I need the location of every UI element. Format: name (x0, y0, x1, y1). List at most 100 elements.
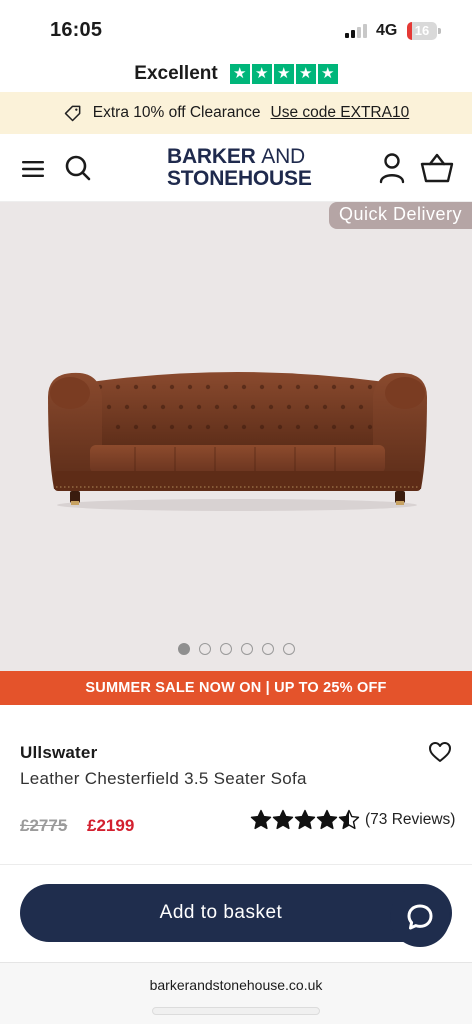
trustpilot-stars: ★ ★ ★ ★ ★ (229, 64, 338, 84)
sofa-tuft (133, 424, 139, 430)
sofa-tuft (295, 424, 301, 430)
logo-word-barker: BARKER (167, 145, 256, 168)
basket-icon[interactable] (420, 152, 454, 184)
sofa-tuft (331, 384, 337, 390)
sofa-tuft (187, 384, 193, 390)
url-text[interactable]: barkerandstonehouse.co.uk (0, 977, 472, 993)
logo-word-and: AND (261, 145, 306, 168)
sofa-tuft (259, 424, 265, 430)
sofa-tuft (349, 384, 355, 390)
logo-word-stonehouse: STONEHOUSE (167, 167, 312, 190)
product-name: Ullswater (20, 743, 98, 762)
add-to-basket-button[interactable]: Add to basket (20, 884, 452, 942)
sofa-tuft (169, 384, 175, 390)
sofa-image (48, 372, 427, 511)
sofa-tuft (277, 424, 283, 430)
gallery-dot[interactable] (282, 643, 295, 655)
sofa-tuft (367, 424, 373, 430)
browser-url-bar[interactable]: barkerandstonehouse.co.uk (0, 962, 472, 1024)
sofa-tuft (223, 424, 229, 430)
gallery-dot[interactable] (261, 643, 274, 655)
sofa-tuft (115, 424, 121, 430)
sofa-tuft (313, 384, 319, 390)
trustpilot-star-icon: ★ (295, 64, 316, 84)
promo-text: Extra 10% off Clearance (92, 104, 261, 121)
sofa-tuft (169, 424, 175, 430)
battery-fill (407, 22, 412, 40)
rating-star-icon (272, 809, 294, 830)
menu-icon[interactable] (22, 160, 44, 178)
chat-icon (407, 904, 433, 930)
heart-icon[interactable] (428, 741, 452, 763)
product-description: Leather Chesterfield 3.5 Seater Sofa (20, 769, 307, 788)
rating-star-icon (294, 809, 316, 830)
chat-button[interactable] (390, 887, 450, 947)
sofa-tuft (151, 384, 157, 390)
sofa-tuft (277, 384, 283, 390)
sofa-tuft (196, 404, 202, 410)
sofa-tuft (142, 404, 148, 410)
sofa-tuft (331, 424, 337, 430)
product-info: Ullswater Leather Chesterfield 3.5 Seate… (0, 705, 472, 865)
signal-icon (345, 24, 367, 38)
sofa-tuft (205, 424, 211, 430)
brand-logo[interactable]: BARKER AND STONEHOUSE (167, 146, 312, 190)
search-icon[interactable] (64, 154, 92, 182)
status-bar: 16:05 4G 16 (0, 0, 472, 58)
gallery-dot[interactable] (219, 643, 232, 655)
sofa-tuft (178, 404, 184, 410)
tag-icon (64, 105, 81, 122)
sofa-tuft (205, 384, 211, 390)
sofa-tuft (304, 404, 310, 410)
sofa-tuft (106, 404, 112, 410)
sofa-tuft (214, 404, 220, 410)
sofa-tuft (241, 424, 247, 430)
price-sale: £2199 (87, 816, 135, 835)
sofa-tuft (340, 404, 346, 410)
promo-code-link[interactable]: Use code EXTRA10 (271, 104, 410, 122)
sofa-tuft (151, 424, 157, 430)
home-indicator[interactable] (152, 1007, 320, 1015)
network-label: 4G (376, 22, 398, 39)
sofa-tuft (349, 424, 355, 430)
gallery-dot[interactable] (177, 643, 190, 655)
account-icon[interactable] (378, 152, 406, 184)
gallery-dot[interactable] (240, 643, 253, 655)
rating-star-icon (250, 809, 272, 830)
battery-icon: 16 (407, 22, 441, 40)
trustpilot-star-icon: ★ (317, 64, 338, 84)
status-time: 16:05 (50, 19, 103, 41)
sofa-tuft (259, 384, 265, 390)
trustpilot-rating[interactable]: Excellent ★ ★ ★ ★ ★ (0, 58, 472, 90)
trustpilot-star-icon: ★ (251, 64, 272, 84)
sofa-tuft (223, 384, 229, 390)
sofa-tuft (295, 384, 301, 390)
sofa-tuft (358, 404, 364, 410)
sofa-tuft (250, 404, 256, 410)
gallery-dot[interactable] (198, 643, 211, 655)
promo-bar[interactable]: Extra 10% off Clearance Use code EXTRA10 (0, 92, 472, 134)
sofa-tuft (133, 384, 139, 390)
sofa-tuft (286, 404, 292, 410)
rating-star-icon (316, 809, 338, 830)
divider (0, 864, 472, 865)
sofa-tuft (322, 404, 328, 410)
trustpilot-star-icon: ★ (229, 64, 250, 84)
sofa-tuft (124, 404, 130, 410)
sofa-tuft (232, 404, 238, 410)
sofa-tuft (241, 384, 247, 390)
gallery-pagination[interactable] (0, 643, 472, 655)
rating-stars (250, 809, 360, 831)
sale-banner[interactable]: SUMMER SALE NOW ON | UP TO 25% OFF (0, 671, 472, 705)
sofa-tuft (268, 404, 274, 410)
trust-label: Excellent (134, 63, 218, 84)
product-image-gallery[interactable]: Quick Delivery (0, 202, 472, 671)
sofa-tuft (313, 424, 319, 430)
quick-delivery-badge: Quick Delivery (328, 202, 472, 229)
site-header: BARKER AND STONEHOUSE (0, 134, 472, 202)
sofa-tuft (367, 384, 373, 390)
reviews-link[interactable]: (73 Reviews) (365, 811, 455, 829)
product-rating[interactable]: (73 Reviews) (250, 809, 455, 831)
trustpilot-star-icon: ★ (273, 64, 294, 84)
sofa-tuft (160, 404, 166, 410)
